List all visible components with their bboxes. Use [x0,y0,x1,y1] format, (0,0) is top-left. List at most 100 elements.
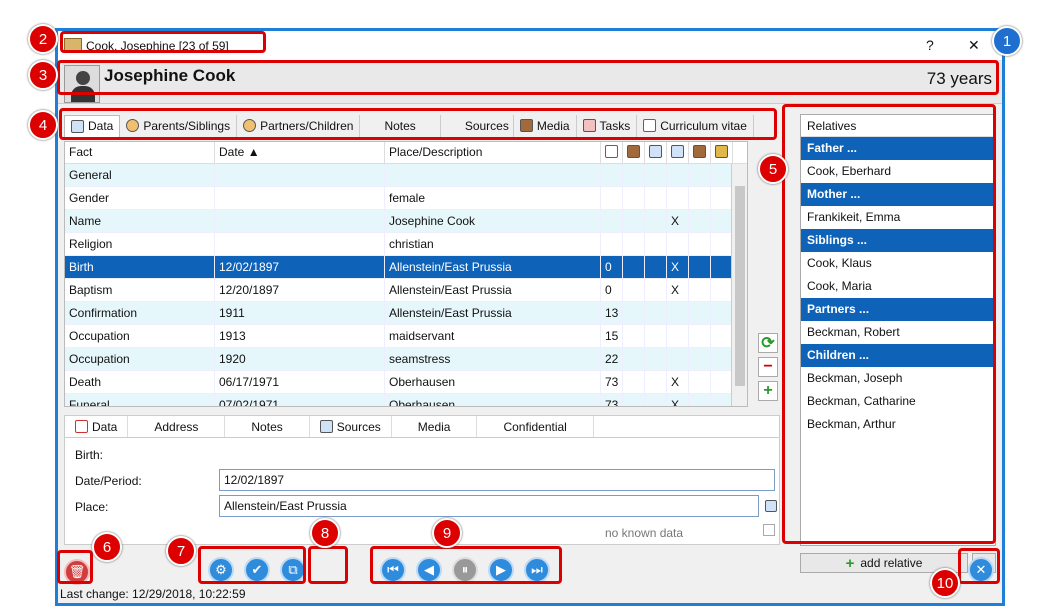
table-row[interactable]: Gender female [65,187,747,210]
notes-cell [645,233,667,256]
sources-cell: X [667,210,689,233]
notes-cell [645,164,667,187]
sort-asc-icon: ▲ [247,145,260,159]
detail-tab-notes[interactable]: Notes [225,416,310,437]
table-row[interactable]: Occupation 1913 maidservant 15 [65,325,747,348]
col-place[interactable]: Place/Description [385,142,601,164]
notes-cell [645,256,667,279]
image-cell [689,210,711,233]
date-cell: 07/02/1971 [215,394,385,406]
date-cell: 1920 [215,348,385,371]
lock-cell [711,256,733,279]
date-cell: 1911 [215,302,385,325]
media-cell [623,187,645,210]
date-cell: 12/20/1897 [215,279,385,302]
refresh-icon[interactable]: ⟳ [758,333,778,353]
source-book-icon[interactable] [765,500,777,512]
date-cell [215,187,385,210]
sources-cell [667,164,689,187]
date-cell [215,210,385,233]
callout-box-tabs [59,108,777,140]
table-row[interactable]: Funeral 07/02/1971 Oberhausen 73 X [65,394,747,406]
place-cell: Josephine Cook [385,210,601,233]
lock-cell [711,371,733,394]
no-known-data-label: no known data [605,526,684,540]
sources-cell: X [667,279,689,302]
lock-cell [711,394,733,406]
table-row[interactable]: Death 06/17/1971 Oberhausen 73 X [65,371,747,394]
place-cell: christian [385,233,601,256]
table-row[interactable]: Religion christian [65,233,747,256]
notes-cell [645,394,667,406]
add-fact-button[interactable]: + [758,381,778,401]
media-cell [623,279,645,302]
table-row[interactable]: Occupation 1920 seamstress 22 [65,348,747,371]
date-cell: 1913 [215,325,385,348]
table-row[interactable]: Confirmation 1911 Allenstein/East Prussia 1… [65,302,747,325]
detail-tab-address[interactable]: Address [128,416,226,437]
col-notes-icon[interactable] [645,142,667,164]
col-image-icon[interactable] [689,142,711,164]
notes-cell [645,279,667,302]
scrollbar-thumb[interactable] [735,186,745,386]
table-row[interactable]: Birth 12/02/1897 Allenstein/East Prussia 0 X [65,256,747,279]
lock-cell [711,164,733,187]
place-cell: Allenstein/East Prussia [385,302,601,325]
grid-header: Fact Date ▲ Place/Description [65,142,747,164]
callout-badge-4: 4 [28,110,58,140]
detail-tab-data[interactable]: Data [65,416,129,437]
place-cell: Oberhausen [385,371,601,394]
notes-cell [645,348,667,371]
no-known-data-checkbox[interactable] [763,524,775,536]
age-cell: 15 [601,325,623,348]
detail-tab-media[interactable]: Media [392,416,478,437]
document-icon [649,145,662,158]
place-cell [385,164,601,187]
remove-fact-button[interactable]: − [758,357,778,377]
film-icon [627,145,640,158]
media-cell [623,164,645,187]
lock-cell [711,302,733,325]
col-media-icon[interactable] [623,142,645,164]
image-cell [689,279,711,302]
fact-cell: Birth [65,256,215,279]
lock-cell [711,325,733,348]
sources-cell [667,302,689,325]
col-sources-icon[interactable] [667,142,689,164]
image-cell [689,187,711,210]
table-row[interactable]: General [65,164,747,187]
detail-tab-confidential[interactable]: Confidential [477,416,594,437]
sources-cell: X [667,371,689,394]
fact-cell: Funeral [65,394,215,406]
table-row[interactable]: Name Josephine Cook X [65,210,747,233]
age-cell: 0 [601,256,623,279]
callout-badge-9: 9 [432,518,462,548]
detail-tab-sources[interactable]: Sources [310,416,392,437]
help-button[interactable]: ? [926,37,934,53]
media-cell [623,348,645,371]
date-input[interactable]: 12/02/1897 [219,469,775,491]
lock-cell [711,348,733,371]
callout-badge-2: 2 [28,24,58,54]
age-cell: 13 [601,302,623,325]
col-date[interactable]: Date ▲ [215,142,385,164]
col-fact[interactable]: Fact [65,142,215,164]
image-cell [689,256,711,279]
media-cell [623,210,645,233]
place-cell: Allenstein/East Prussia [385,279,601,302]
place-input[interactable]: Allenstein/East Prussia [219,495,759,517]
table-row[interactable]: Baptism 12/20/1897 Allenstein/East Prussia… [65,279,747,302]
sources-cell [667,348,689,371]
media-cell [623,371,645,394]
callout-box-header [57,60,999,95]
col-lock-icon[interactable] [711,142,733,164]
callout-badge-7: 7 [166,536,196,566]
image-cell [689,164,711,187]
callout-box-close [958,548,1000,584]
close-button[interactable]: ✕ [968,37,980,54]
age-cell: 0 [601,279,623,302]
col-age-icon[interactable] [601,142,623,164]
sources-cell [667,187,689,210]
grid-scrollbar[interactable] [731,164,747,406]
fact-cell: Occupation [65,325,215,348]
